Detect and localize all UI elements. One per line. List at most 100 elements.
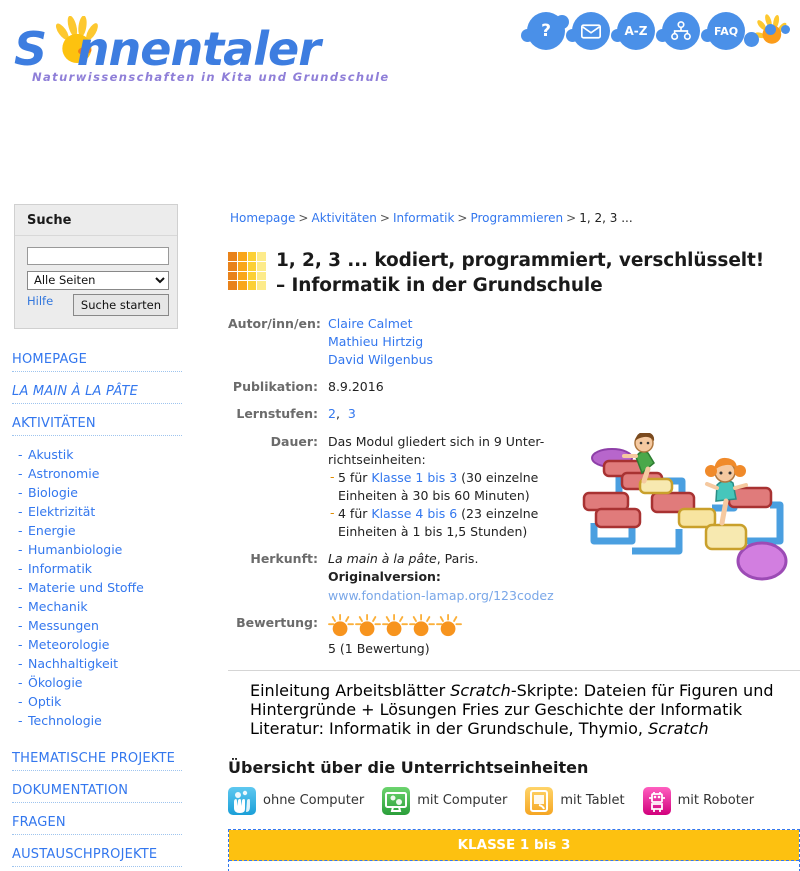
search-input[interactable] — [27, 246, 169, 265]
breadcrumb-item-informatik[interactable]: Informatik — [393, 211, 454, 225]
breadcrumb-separator: > — [379, 211, 390, 225]
sidebar: Suche Alle Seiten Hilfe Suche starten HO… — [0, 204, 215, 871]
klasse-4-bis-6-link[interactable]: Klasse 4 bis 6 — [371, 506, 457, 521]
faq-icon[interactable]: FAQ — [701, 12, 745, 50]
sidebar-item-austauschprojekte[interactable]: AUSTAUSCHPROJEKTE — [12, 844, 182, 867]
robot-icon — [642, 786, 671, 815]
author-link-3[interactable]: David Wilgenbus — [328, 352, 433, 367]
sidebar-item-technologie[interactable]: Technologie — [12, 711, 190, 730]
sidebar-item-mechanik[interactable]: Mechanik — [12, 597, 190, 616]
sidebar-item-fragen[interactable]: FRAGEN — [12, 812, 182, 835]
duration-item-1: 5 für Klasse 1 bis 3 (30 einzelne Einhei… — [328, 468, 544, 505]
breadcrumb-current: 1, 2, 3 ... — [579, 211, 633, 225]
origin-source-city: , Paris. — [436, 551, 479, 567]
rating-sun-icon-4[interactable] — [409, 613, 435, 638]
az-index-icon[interactable]: A-Z — [611, 12, 655, 50]
legend-item-mit-roboter: mit Roboter — [642, 786, 755, 815]
meta-label-authors: Autor/inn/en: — [228, 315, 321, 331]
author-link-2[interactable]: Mathieu Hirtzig — [328, 334, 423, 349]
sidebar-item-aktivitaeten[interactable]: AKTIVITÄTEN — [12, 413, 182, 436]
page-title-line1: 1, 2, 3 ... kodiert, programmiert, versc… — [276, 250, 765, 271]
logo-wordmark: Sonnentaler — [14, 22, 321, 76]
meta-label-levels: Lernstufen: — [236, 406, 318, 422]
hands-gears-icon — [228, 786, 256, 815]
mail-icon[interactable] — [566, 12, 610, 50]
search-submit-button[interactable]: Suche starten — [72, 293, 169, 316]
legend-bar: ohne Computer mit Computer mit Tablet mi… — [228, 786, 800, 815]
sidebar-item-optik[interactable]: Optik — [12, 692, 190, 711]
search-scope-select[interactable]: Alle Seiten — [27, 270, 169, 290]
decor-bubble — [781, 25, 790, 34]
sidebar-item-biologie[interactable]: Biologie — [12, 483, 190, 502]
breadcrumb-item-aktivitaeten[interactable]: Aktivitäten — [311, 211, 376, 225]
resource-link-list: Einleitung Arbeitsblätter Scratch-Skript… — [250, 680, 774, 738]
meta-label-duration: Dauer: — [270, 433, 318, 449]
rating-sun-icon-3[interactable] — [382, 613, 408, 638]
breadcrumb-item-homepage[interactable]: Homepage — [230, 211, 295, 225]
page-title-block: 1, 2, 3 ... kodiert, programmiert, versc… — [228, 249, 800, 299]
sitemap-icon[interactable] — [656, 12, 700, 50]
help-icon[interactable]: ? — [521, 12, 565, 50]
legend-label-ohne-computer: ohne Computer — [263, 793, 365, 809]
klasse-1-bis-3-link[interactable]: Klasse 1 bis 3 — [371, 470, 457, 485]
envelope-glyph — [581, 23, 601, 39]
sidebar-item-akustik[interactable]: Akustik — [12, 445, 190, 464]
duration-item-1-post: (30 einzelne — [457, 469, 539, 485]
sidebar-item-meteorologie[interactable]: Meteorologie — [12, 635, 190, 654]
level-link-2[interactable]: 2 — [328, 406, 336, 421]
sitemap-glyph — [671, 21, 691, 40]
table-unit-header[interactable]: Unterrichtseinheit 1: Das Spiel mit dem … — [229, 860, 799, 871]
sidebar-item-informatik[interactable]: Informatik — [12, 559, 190, 578]
sidebar-nav: HOMEPAGE LA MAIN À LA PÂTE AKTIVITÄTEN A… — [0, 349, 190, 867]
sidebar-item-thematische-projekte[interactable]: THEMATISCHE PROJEKTE — [12, 748, 182, 771]
origin-source-name: La main à la pâte — [328, 551, 437, 567]
sidebar-activities-list: Akustik Astronomie Biologie Elektrizität… — [12, 445, 190, 730]
site-logo[interactable]: Sonnentaler Naturwissenschaften in Kita … — [14, 14, 394, 86]
sidebar-item-humanbiologie[interactable]: Humanbiologie — [12, 540, 190, 559]
rating-sun-icon-1[interactable] — [328, 613, 354, 638]
sidebar-item-messungen[interactable]: Messungen — [12, 616, 190, 635]
legend-item-ohne-computer: ohne Computer — [228, 786, 365, 815]
legend-item-mit-tablet: mit Tablet — [525, 786, 625, 815]
duration-item-1-pre: 5 für — [338, 469, 372, 485]
sidebar-item-elektrizitaet[interactable]: Elektrizität — [12, 502, 190, 521]
unterrichtseinheiten-table: KLASSE 1 bis 3 Unterrichtseinheit 1: Das… — [228, 828, 800, 871]
sidebar-item-nachhaltigkeit[interactable]: Nachhaltigkeit — [12, 654, 190, 673]
sidebar-item-la-main-a-la-pate[interactable]: LA MAIN À LA PÂTE — [12, 381, 182, 404]
meta-label-publication: Publikation: — [232, 379, 318, 395]
sidebar-item-energie[interactable]: Energie — [12, 521, 190, 540]
sidebar-item-homepage[interactable]: HOMEPAGE — [12, 349, 182, 372]
page-title: 1, 2, 3 ... kodiert, programmiert, versc… — [276, 249, 764, 299]
orange-grid-icon — [228, 252, 266, 290]
author-link-1[interactable]: Claire Calmet — [328, 316, 413, 331]
legend-label-mit-roboter: mit Roboter — [677, 793, 755, 809]
site-header: Sonnentaler Naturwissenschaften in Kita … — [0, 0, 800, 100]
origin-url-link[interactable]: www.fondation-lamap.org/123codez — [328, 587, 554, 605]
scratch-emphasis: Scratch — [648, 718, 709, 738]
sidebar-item-materie-und-stoffe[interactable]: Materie und Stoffe — [12, 578, 190, 597]
rating-summary-text: 5 (1 Bewertung) — [328, 640, 430, 656]
sidebar-item-dokumentation[interactable]: DOKUMENTATION — [12, 780, 182, 803]
content-divider — [228, 669, 800, 671]
search-panel: Suche Alle Seiten Hilfe Suche starten — [14, 204, 178, 329]
rating-sun-icon-2[interactable] — [355, 613, 381, 638]
legend-label-mit-computer: mit Computer — [417, 793, 508, 809]
tablet-icon — [525, 786, 554, 815]
rating-sun-icon-5[interactable] — [436, 613, 462, 638]
meta-value-origin: La main à la pâte, Paris. Originalversio… — [328, 550, 554, 604]
header-icon-bar: ? A-Z FAQ — [521, 12, 790, 50]
sidebar-item-astronomie[interactable]: Astronomie — [12, 464, 190, 483]
breadcrumb-item-programmieren[interactable]: Programmieren — [470, 211, 563, 225]
search-help-link[interactable]: Hilfe — [27, 294, 53, 308]
origin-original-label: Originalversion: — [328, 569, 441, 585]
level-link-3[interactable]: 3 — [348, 406, 356, 421]
meta-value-rating: 5 (1 Bewertung) — [328, 613, 462, 658]
rating-suns[interactable] — [328, 613, 462, 638]
legend-label-mit-tablet: mit Tablet — [560, 793, 625, 809]
faq-label: FAQ — [713, 24, 739, 38]
breadcrumb-separator: > — [566, 211, 577, 225]
search-heading: Suche — [15, 205, 177, 236]
sidebar-item-oekologie[interactable]: Ökologie — [12, 673, 190, 692]
duration-intro-line2: richtseinheiten: — [328, 451, 426, 467]
scratch-emphasis: Scratch — [450, 680, 511, 700]
